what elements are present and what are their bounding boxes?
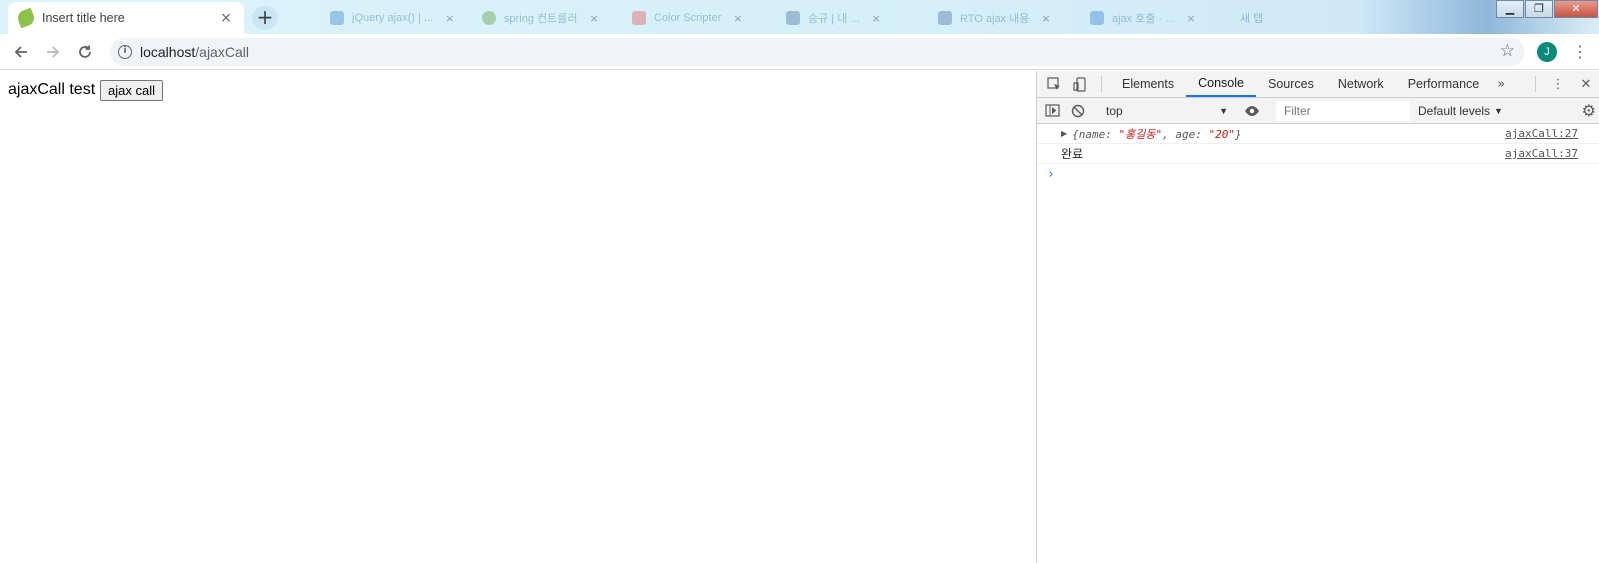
console-prompt[interactable]: ›: [1037, 164, 1599, 184]
background-tab-title: 승규 | 내 ...: [808, 13, 860, 25]
console-output: ▶ {name: "홍길동", age: "20"} ajaxCall:27 완…: [1037, 124, 1599, 184]
tab-title: Insert title here: [42, 11, 125, 25]
site-icon: [1090, 11, 1104, 25]
eye-icon-svg: [1245, 105, 1259, 116]
background-tab-title: spring 컨트롤러: [504, 13, 578, 25]
context-select[interactable]: top ▼: [1100, 101, 1234, 121]
inspect-icon-svg: [1046, 76, 1060, 90]
devtools-close-icon[interactable]: ✕: [1572, 71, 1599, 97]
toolbar-divider: [1535, 76, 1536, 92]
devtools-tabbar: Elements Console Sources Network Perform…: [1037, 71, 1599, 98]
new-tab-button[interactable]: +: [252, 6, 278, 30]
gear-icon[interactable]: ⚙: [1582, 101, 1596, 120]
url-path: /ajaxCall: [195, 44, 249, 60]
site-icon: [330, 11, 344, 25]
tab-sources[interactable]: Sources: [1256, 71, 1326, 97]
more-tabs-icon[interactable]: »: [1491, 71, 1511, 97]
background-tab[interactable]: 새 탭: [1240, 10, 1263, 26]
background-tab-title: jQuery ajax() | ...: [352, 12, 434, 24]
device-icon-svg: [1072, 76, 1086, 92]
info-icon[interactable]: i: [118, 45, 132, 59]
tab-close-icon[interactable]: ×: [218, 10, 234, 26]
tab-close-icon[interactable]: ×: [445, 12, 454, 25]
dropdown-arrow-icon: ▼: [1219, 105, 1228, 116]
dropdown-arrow-icon: ▼: [1494, 105, 1503, 116]
log-levels-select[interactable]: Default levels ▼: [1418, 104, 1503, 118]
background-tab[interactable]: spring 컨트롤러 ×: [482, 10, 599, 26]
background-tab-title: ajax 호출 · ...: [1112, 13, 1175, 25]
page-text: ajaxCall test: [8, 81, 96, 98]
browser-toolbar: i localhost/ajaxCall ☆ J ⋮: [0, 34, 1599, 70]
tab-performance[interactable]: Performance: [1396, 71, 1492, 97]
source-link[interactable]: ajaxCall:27: [1505, 127, 1578, 140]
site-icon: [938, 11, 952, 25]
console-toolbar: top ▼ Default levels ▼ ⚙: [1037, 98, 1599, 124]
clear-console-icon[interactable]: [1065, 104, 1091, 118]
url-host: localhost: [140, 44, 196, 60]
sidebar-toggle-icon[interactable]: [1039, 104, 1065, 117]
bookmark-star-icon[interactable]: ☆: [1500, 41, 1515, 61]
tab-close-icon[interactable]: ×: [1186, 12, 1195, 25]
background-tab[interactable]: ajax 호출 · ... ×: [1090, 10, 1196, 26]
background-tab-title: 새 탭: [1240, 13, 1264, 25]
page-viewport: ajaxCall test ajax call: [0, 71, 1036, 563]
eye-icon[interactable]: [1239, 105, 1265, 117]
log-text: 완료: [1061, 147, 1084, 161]
reload-button[interactable]: [69, 36, 101, 68]
arrow-left-icon: [14, 45, 27, 58]
toolbar-divider: [1101, 76, 1102, 92]
ajax-call-button[interactable]: ajax call: [100, 80, 163, 101]
source-link[interactable]: ajaxCall:37: [1505, 147, 1578, 160]
sidebar-icon-svg: [1044, 104, 1060, 117]
address-bar[interactable]: i localhost/ajaxCall ☆: [110, 38, 1525, 66]
tab-active[interactable]: Insert title here ×: [8, 2, 244, 34]
tab-console[interactable]: Console: [1186, 71, 1256, 97]
devtools-panel: Elements Console Sources Network Perform…: [1036, 71, 1599, 563]
prompt-chevron-icon: ›: [1047, 166, 1055, 182]
forward-button[interactable]: [37, 36, 69, 68]
log-levels-label: Default levels: [1418, 103, 1491, 118]
arrow-right-icon: [47, 45, 60, 58]
tab-close-icon[interactable]: ×: [590, 12, 599, 25]
background-tab[interactable]: Color Scripter ×: [632, 10, 742, 26]
restore-button[interactable]: ❐: [1525, 0, 1553, 18]
filter-input[interactable]: [1276, 100, 1410, 121]
tab-elements[interactable]: Elements: [1110, 71, 1186, 97]
background-tab-title: Color Scripter: [654, 12, 722, 24]
tab-close-icon[interactable]: ×: [733, 12, 742, 25]
more-vertical-icon[interactable]: ⋮: [1570, 42, 1590, 62]
background-tab[interactable]: RTO ajax 내용 ×: [938, 10, 1051, 26]
expand-triangle-icon[interactable]: ▶: [1061, 129, 1067, 138]
tab-close-icon[interactable]: ×: [872, 12, 881, 25]
tab-network[interactable]: Network: [1326, 71, 1396, 97]
background-tab[interactable]: 승규 | 내 ... ×: [786, 10, 881, 26]
devtools-menu-icon[interactable]: ⋮: [1544, 71, 1572, 97]
console-message: 완료 ajaxCall:37: [1037, 144, 1599, 164]
profile-avatar[interactable]: J: [1537, 42, 1557, 62]
back-button[interactable]: [5, 36, 37, 68]
tab-close-icon[interactable]: ×: [1041, 12, 1050, 25]
inspect-element-icon[interactable]: [1041, 71, 1067, 97]
logged-object: {name: "홍길동", age: "20"}: [1072, 127, 1242, 141]
site-icon: [632, 11, 646, 25]
block-icon-svg: [1071, 104, 1085, 117]
background-tab-title: RTO ajax 내용: [960, 13, 1030, 25]
site-icon: [786, 11, 800, 25]
tab-strip: Insert title here × + jQuery ajax() | ..…: [0, 0, 1599, 34]
minimize-button[interactable]: ▁: [1496, 0, 1524, 18]
device-toolbar-icon[interactable]: [1067, 71, 1093, 97]
console-message[interactable]: ▶ {name: "홍길동", age: "20"} ajaxCall:27: [1037, 124, 1599, 144]
window-close-button[interactable]: ✕: [1554, 0, 1598, 18]
window-controls: ▁ ❐ ✕: [1496, 0, 1599, 20]
context-value: top: [1106, 103, 1123, 118]
background-tab[interactable]: jQuery ajax() | ... ×: [330, 10, 454, 26]
devtools-window-controls: ⋮ ✕: [1527, 71, 1599, 97]
reload-icon: [79, 45, 91, 58]
spring-leaf-icon: [15, 7, 37, 29]
site-icon: [482, 11, 496, 25]
